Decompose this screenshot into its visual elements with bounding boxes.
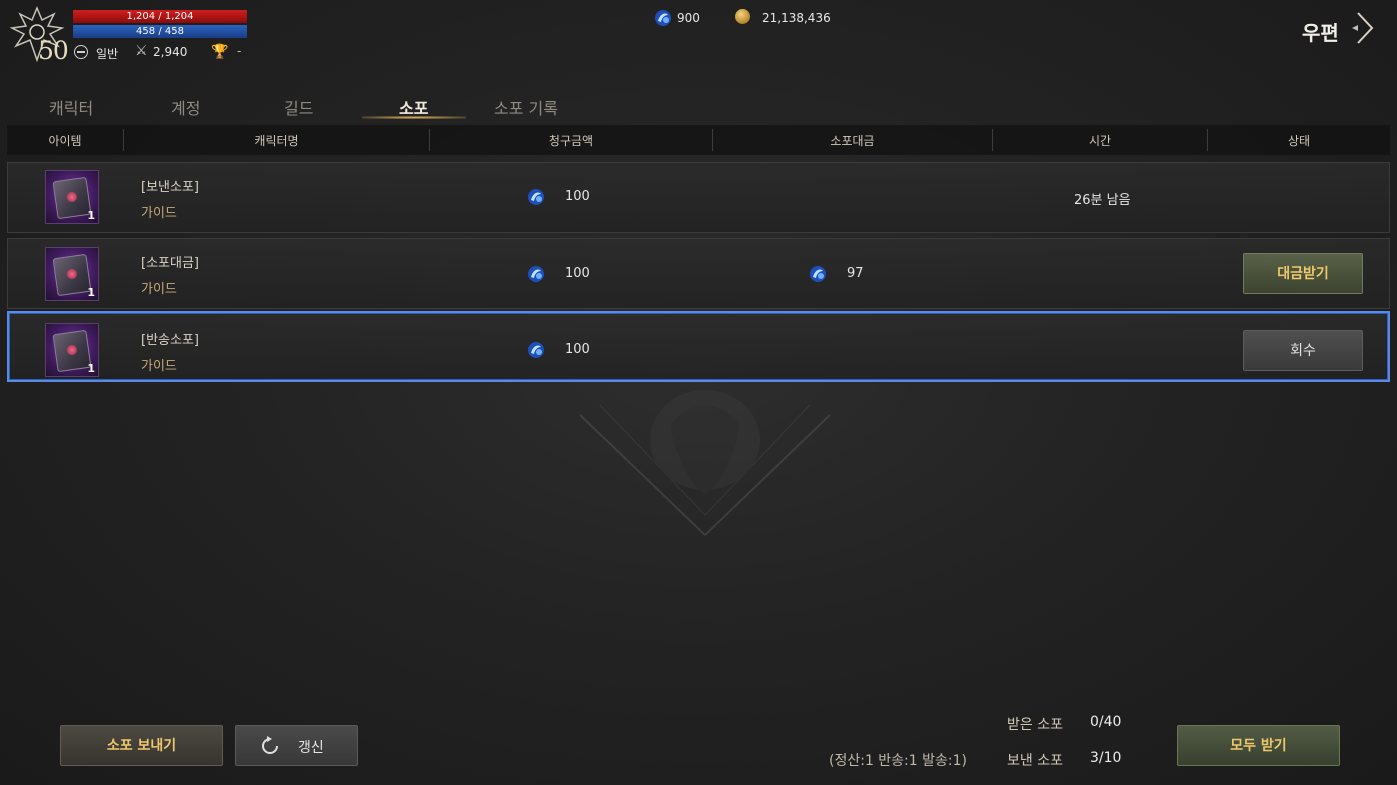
spellbook-icon[interactable]: 1 <box>45 247 99 301</box>
character-name: 가이드 <box>141 282 177 297</box>
gold-count: 21,138,436 <box>762 11 831 25</box>
sent-parcels-breakdown: (정산:1 반송:1 발송:1) <box>829 753 967 769</box>
header-item: 아이템 <box>48 134 82 148</box>
rank-value: - <box>237 44 242 58</box>
mail-title: 우편 <box>1302 21 1339 45</box>
charge-amount: 100 <box>565 266 590 281</box>
header-payment: 소포대금 <box>830 134 875 148</box>
header-charge: 청구금액 <box>548 134 594 148</box>
charge-amount: 100 <box>565 342 590 357</box>
gem-icon <box>655 10 671 26</box>
tab-account[interactable]: 계정 <box>171 95 200 119</box>
received-parcels-count: 0/40 <box>1090 714 1122 730</box>
table-row[interactable] <box>7 238 1390 309</box>
item-quantity: 1 <box>87 286 95 299</box>
guild-watermark-icon <box>579 390 831 537</box>
gem-icon <box>528 266 544 282</box>
item-quantity: 1 <box>87 209 95 222</box>
receive-payment-button[interactable]: 대금받기 <box>1243 253 1363 294</box>
gem-icon <box>528 342 544 358</box>
item-quantity: 1 <box>87 362 95 375</box>
payment-amount: 97 <box>847 266 864 281</box>
combat-power-icon: ⚔ <box>135 43 148 59</box>
gem-icon <box>810 266 826 282</box>
tab-guild[interactable]: 길드 <box>284 95 313 119</box>
character-name: 가이드 <box>141 359 177 374</box>
mp-bar: 458 / 458 <box>73 25 247 38</box>
refresh-button[interactable]: 갱신 <box>235 725 358 766</box>
parcel-type: [소포대금] <box>141 256 199 271</box>
trophy-icon: 🏆 <box>211 44 229 60</box>
header-time: 시간 <box>1088 134 1112 148</box>
spellbook-icon[interactable]: 1 <box>45 170 99 224</box>
tab-parcel-history[interactable]: 소포 기록 <box>494 95 558 119</box>
time-remaining: 26분 남음 <box>1074 193 1131 208</box>
gold-coin-icon <box>735 9 750 24</box>
player-level: 50 <box>38 36 69 65</box>
table-row[interactable] <box>7 162 1390 233</box>
table-row[interactable] <box>7 311 1390 382</box>
combat-power-value: 2,940 <box>153 45 188 59</box>
stance-label: 일반 <box>96 47 119 61</box>
sent-parcels-count: 3/10 <box>1090 750 1122 766</box>
recall-button[interactable]: 회수 <box>1243 330 1363 371</box>
header-status: 상태 <box>1287 134 1311 148</box>
gem-icon <box>528 189 544 205</box>
sent-parcels-label: 보낸 소포 <box>1007 753 1063 769</box>
refresh-icon <box>262 736 278 754</box>
refresh-label: 갱신 <box>298 740 324 756</box>
send-parcel-button[interactable]: 소포 보내기 <box>60 725 223 766</box>
character-name: 가이드 <box>141 206 177 221</box>
tab-character[interactable]: 캐릭터 <box>49 95 93 119</box>
hp-bar: 1,204 / 1,204 <box>73 10 247 23</box>
receive-all-button[interactable]: 모두 받기 <box>1177 725 1340 766</box>
close-arrow-icon[interactable] <box>1350 11 1376 45</box>
spellbook-icon[interactable]: 1 <box>45 323 99 377</box>
stance-icon <box>74 45 88 59</box>
header-character-name: 캐릭터명 <box>254 134 299 148</box>
parcel-type: [보낸소포] <box>141 180 199 195</box>
charge-amount: 100 <box>565 189 590 204</box>
parcel-type: [반송소포] <box>141 333 199 348</box>
active-tab-indicator <box>362 116 466 119</box>
gem-count: 900 <box>677 11 700 25</box>
received-parcels-label: 받은 소포 <box>1007 717 1063 733</box>
